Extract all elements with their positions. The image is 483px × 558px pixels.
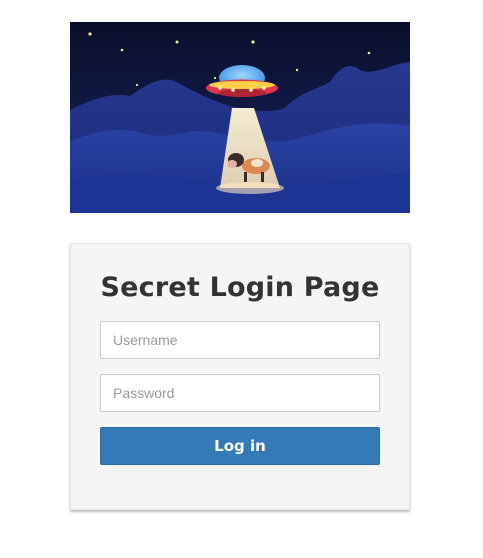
login-button[interactable]: Log in: [100, 427, 380, 465]
password-input[interactable]: [100, 374, 380, 412]
ufo-illustration: [70, 22, 410, 213]
login-panel: Secret Login Page Log in: [70, 243, 410, 510]
username-input[interactable]: [100, 321, 380, 359]
page-title: Secret Login Page: [100, 272, 380, 303]
hero-image: [70, 22, 410, 213]
